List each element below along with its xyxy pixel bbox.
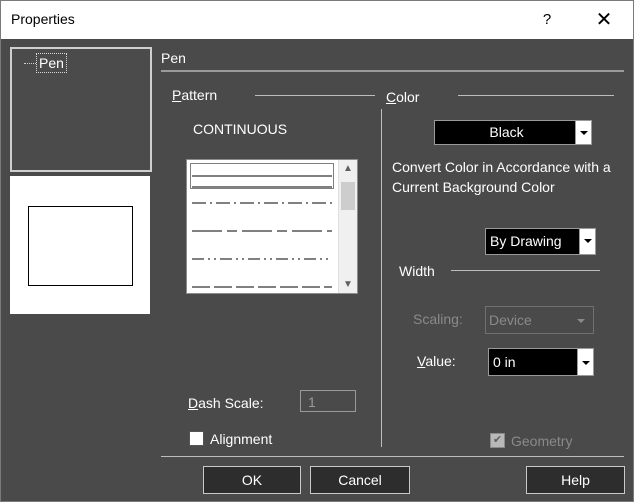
color-group-line <box>458 95 614 96</box>
dialog-client-area: Pen Pen Pattern CONTINUOUS ▲ ▼ Dash Scal… <box>1 39 633 501</box>
chevron-down-icon[interactable] <box>579 229 595 254</box>
section-title: Pen <box>161 50 186 66</box>
pattern-group-line <box>255 95 375 96</box>
geometry-checkbox: ✔ <box>490 433 505 448</box>
scaling-value: Device <box>489 312 532 328</box>
color-group-label: Color <box>386 89 420 105</box>
footer-divider <box>161 456 624 457</box>
value-dropdown[interactable]: 0 in <box>488 348 594 376</box>
cancel-button[interactable]: Cancel <box>310 466 410 494</box>
color-mode-value: By Drawing <box>490 233 562 249</box>
chevron-down-icon[interactable]: ▼ <box>339 276 357 293</box>
value-current: 0 in <box>493 354 516 370</box>
alignment-label[interactable]: Alignment <box>210 431 272 447</box>
pattern-list[interactable]: ▲ ▼ <box>186 159 358 294</box>
help-button[interactable]: Help <box>526 466 625 494</box>
color-mode-dropdown[interactable]: By Drawing <box>485 228 596 255</box>
chevron-down-icon <box>577 319 585 323</box>
width-group-line <box>451 270 600 271</box>
pattern-group-label: Pattern <box>172 87 218 103</box>
pattern-selected-name: CONTINUOUS <box>193 121 288 137</box>
property-tree[interactable]: Pen <box>10 47 152 172</box>
scrollbar-thumb[interactable] <box>341 182 355 210</box>
color-dropdown[interactable]: Black <box>434 120 592 145</box>
pattern-scrollbar[interactable]: ▲ ▼ <box>338 160 357 293</box>
tree-item-pen[interactable]: Pen <box>36 53 67 73</box>
dash-scale-label: Dash Scale: <box>188 395 264 411</box>
preview-panel <box>10 176 150 314</box>
close-icon[interactable]: ✕ <box>586 8 622 32</box>
scaling-dropdown: Device <box>485 306 594 334</box>
width-group-label: Width <box>399 263 435 279</box>
checkmark-icon: ✔ <box>492 434 503 446</box>
title-bar: Properties ? ✕ <box>1 1 633 39</box>
chevron-down-icon[interactable] <box>575 121 591 144</box>
pattern-lines <box>190 163 334 288</box>
dash-scale-input[interactable]: 1 <box>300 390 356 412</box>
chevron-down-icon[interactable] <box>577 349 593 375</box>
geometry-label: Geometry <box>511 433 573 449</box>
alignment-checkbox[interactable] <box>189 431 204 446</box>
color-value: Black <box>489 124 524 140</box>
preview-rectangle <box>28 206 133 286</box>
ok-button[interactable]: OK <box>203 466 301 494</box>
scaling-label: Scaling: <box>413 311 463 327</box>
group-separator <box>381 109 382 447</box>
convert-color-text: Convert Color in Accordance with a Curre… <box>392 159 611 195</box>
help-icon[interactable]: ? <box>529 8 565 32</box>
section-divider <box>161 70 624 72</box>
window-title: Properties <box>11 11 75 27</box>
value-label: Value: <box>417 353 456 369</box>
tree-connector <box>24 63 36 64</box>
properties-dialog: Properties ? ✕ Pen Pen Pattern CONTINUOU… <box>0 0 634 502</box>
chevron-up-icon[interactable]: ▲ <box>339 160 357 177</box>
